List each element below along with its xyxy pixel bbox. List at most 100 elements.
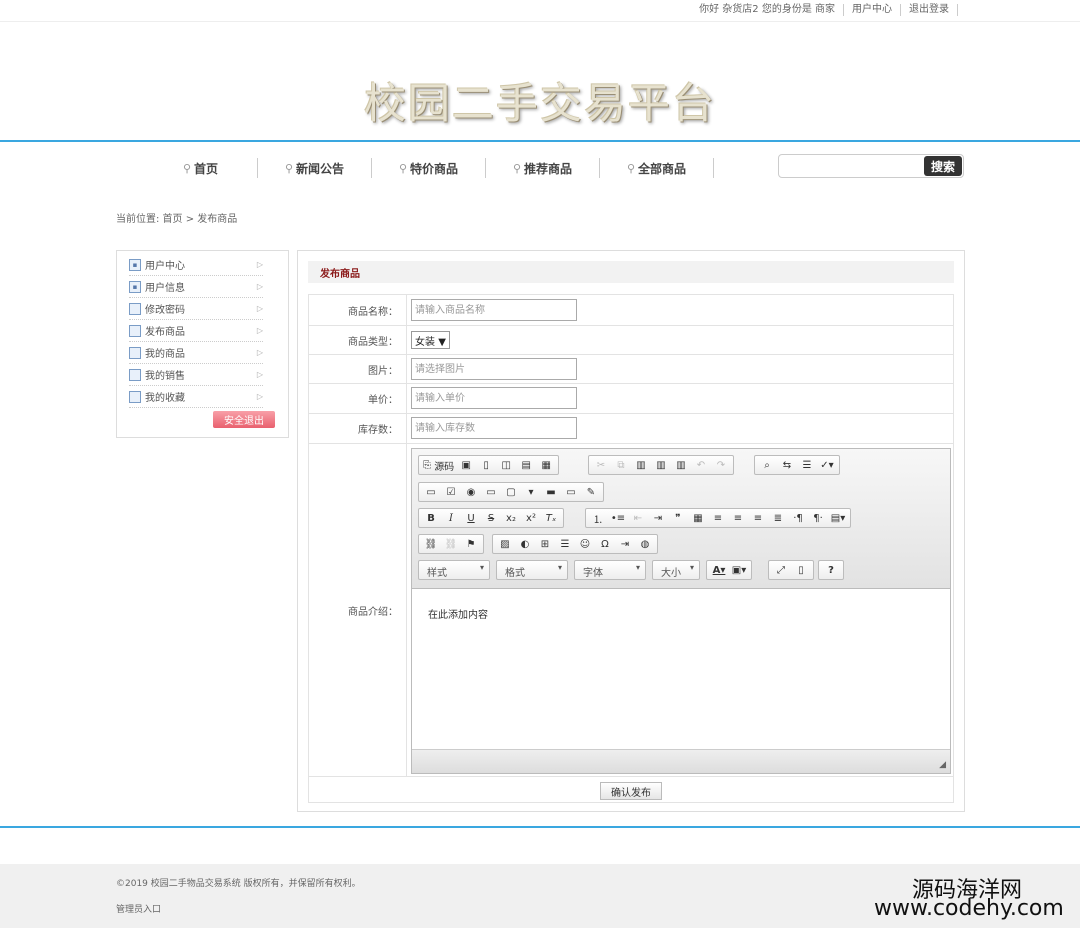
save-icon[interactable]: ▣ (456, 456, 476, 474)
styles-combo[interactable]: 样式 ▾ (418, 560, 490, 580)
source-button[interactable]: ⎘ 源码 (421, 456, 456, 474)
strike-icon[interactable]: S (481, 509, 501, 527)
smiley-icon[interactable]: ☺ (575, 535, 595, 553)
paste-text-icon[interactable]: ▥ (651, 456, 671, 474)
superscript-icon[interactable]: x² (521, 509, 541, 527)
product-name-input[interactable] (411, 299, 577, 321)
replace-icon[interactable]: ⇆ (777, 456, 797, 474)
paste-icon[interactable]: ▥ (631, 456, 651, 474)
type-label: 商品类型： (309, 326, 407, 354)
redo-icon[interactable]: ↷ (711, 456, 731, 474)
size-combo[interactable]: 大小 ▾ (652, 560, 700, 580)
select-icon[interactable]: ▾ (521, 483, 541, 501)
outdent-icon[interactable]: ⇤ (628, 509, 648, 527)
underline-icon[interactable]: U (461, 509, 481, 527)
nav-item-news[interactable]: ⚲ 新闻公告 (258, 158, 372, 178)
format-combo[interactable]: 格式 ▾ (496, 560, 568, 580)
cut-icon[interactable]: ✂ (591, 456, 611, 474)
print-icon[interactable]: ▤ (516, 456, 536, 474)
stock-input[interactable] (411, 417, 577, 439)
radio-icon[interactable]: ◉ (461, 483, 481, 501)
insert-image-icon[interactable]: ▨ (495, 535, 515, 553)
numbered-list-icon[interactable]: ⒈ (588, 509, 608, 527)
safe-logout-button[interactable]: 安全退出 (213, 411, 275, 428)
maximize-icon[interactable]: ⤢ (771, 561, 791, 579)
rtl-icon[interactable]: ¶· (808, 509, 828, 527)
justify-icon[interactable]: ≣ (768, 509, 788, 527)
user-center-link[interactable]: 用户中心 (844, 4, 901, 16)
undo-icon[interactable]: ↶ (691, 456, 711, 474)
greeting-text: 你好 杂货店2 您的身份是 商家 (691, 4, 844, 16)
resize-grip-icon[interactable]: ◢ (939, 760, 946, 770)
sidebar-item-user-info[interactable]: ▪ 用户信息 ▷ (129, 276, 263, 298)
unlink-icon[interactable]: ⛓ (441, 535, 461, 553)
image-button-icon[interactable]: ▭ (561, 483, 581, 501)
div-icon[interactable]: ▦ (688, 509, 708, 527)
blockquote-icon[interactable]: ❞ (668, 509, 688, 527)
checkbox-icon[interactable]: ☑ (441, 483, 461, 501)
admin-entry-link[interactable]: 管理员入口 (116, 902, 161, 915)
search-button[interactable]: 搜索 (924, 156, 962, 176)
textarea-icon[interactable]: ▢ (501, 483, 521, 501)
bold-icon[interactable]: B (421, 509, 441, 527)
align-right-icon[interactable]: ≡ (748, 509, 768, 527)
form-icon[interactable]: ▭ (421, 483, 441, 501)
copy-icon[interactable]: ⧉ (611, 456, 631, 474)
bg-color-icon[interactable]: ▣▾ (729, 561, 749, 579)
description-row: 商品介绍： ⎘ 源码 ▣ ▯ ◫ ▤ ▦ ✂ ⧉ ▥ ▥ ▥ ↶ ↷ ⌕ ⇆ ☰… (309, 444, 953, 777)
align-center-icon[interactable]: ≡ (728, 509, 748, 527)
italic-icon[interactable]: I (441, 509, 461, 527)
nav-item-special[interactable]: ⚲ 特价商品 (372, 158, 486, 178)
special-char-icon[interactable]: Ω (595, 535, 615, 553)
image-input[interactable] (411, 358, 577, 380)
sidebar-item-favorites[interactable]: 我的收藏 ▷ (129, 386, 263, 408)
logout-link[interactable]: 退出登录 (901, 4, 958, 16)
new-page-icon[interactable]: ▯ (476, 456, 496, 474)
sidebar-item-user-center[interactable]: ▪ 用户中心 ▷ (129, 254, 263, 276)
hidden-field-icon[interactable]: ✎ (581, 483, 601, 501)
ltr-icon[interactable]: ·¶ (788, 509, 808, 527)
language-icon[interactable]: ▤▾ (828, 509, 848, 527)
top-links: 你好 杂货店2 您的身份是 商家 用户中心 退出登录 (691, 4, 958, 16)
submit-row: 确认发布 (309, 777, 953, 803)
align-left-icon[interactable]: ≡ (708, 509, 728, 527)
bulleted-list-icon[interactable]: •≡ (608, 509, 628, 527)
subscript-icon[interactable]: x₂ (501, 509, 521, 527)
flash-icon[interactable]: ◐ (515, 535, 535, 553)
search-input[interactable] (781, 157, 923, 175)
select-all-icon[interactable]: ☰ (797, 456, 817, 474)
text-color-icon[interactable]: A▾ (709, 561, 729, 579)
page-break-icon[interactable]: ⇥ (615, 535, 635, 553)
indent-icon[interactable]: ⇥ (648, 509, 668, 527)
toolbar-group-about: ? (818, 560, 844, 580)
horizontal-line-icon[interactable]: ☰ (555, 535, 575, 553)
find-icon[interactable]: ⌕ (757, 456, 777, 474)
show-blocks-icon[interactable]: ▯ (791, 561, 811, 579)
templates-icon[interactable]: ▦ (536, 456, 556, 474)
spellcheck-icon[interactable]: ✓▾ (817, 456, 837, 474)
paste-word-icon[interactable]: ▥ (671, 456, 691, 474)
button-icon[interactable]: ▬ (541, 483, 561, 501)
anchor-icon[interactable]: ⚑ (461, 535, 481, 553)
preview-icon[interactable]: ◫ (496, 456, 516, 474)
arrow-right-icon: ▷ (256, 260, 263, 269)
link-icon[interactable]: ⛓ (421, 535, 441, 553)
top-bar: 你好 杂货店2 您的身份是 商家 用户中心 退出登录 (0, 0, 1080, 22)
sidebar-item-my-sales[interactable]: 我的销售 ▷ (129, 364, 263, 386)
iframe-icon[interactable]: ◍ (635, 535, 655, 553)
sidebar-item-publish[interactable]: 发布商品 ▷ (129, 320, 263, 342)
remove-format-icon[interactable]: Tₓ (541, 509, 561, 527)
product-type-select[interactable]: 女装 ▼ (411, 331, 450, 349)
textfield-icon[interactable]: ▭ (481, 483, 501, 501)
sidebar-item-change-password[interactable]: 修改密码 ▷ (129, 298, 263, 320)
editor-content-area[interactable]: 在此添加内容 (412, 590, 950, 750)
confirm-publish-button[interactable]: 确认发布 (600, 782, 662, 800)
nav-item-all[interactable]: ⚲ 全部商品 (600, 158, 714, 178)
table-icon[interactable]: ⊞ (535, 535, 555, 553)
price-input[interactable] (411, 387, 577, 409)
sidebar-item-my-products[interactable]: 我的商品 ▷ (129, 342, 263, 364)
nav-item-recommended[interactable]: ⚲ 推荐商品 (486, 158, 600, 178)
help-icon[interactable]: ? (821, 561, 841, 579)
font-combo[interactable]: 字体 ▾ (574, 560, 646, 580)
nav-item-home[interactable]: ⚲ 首页 (144, 158, 258, 178)
